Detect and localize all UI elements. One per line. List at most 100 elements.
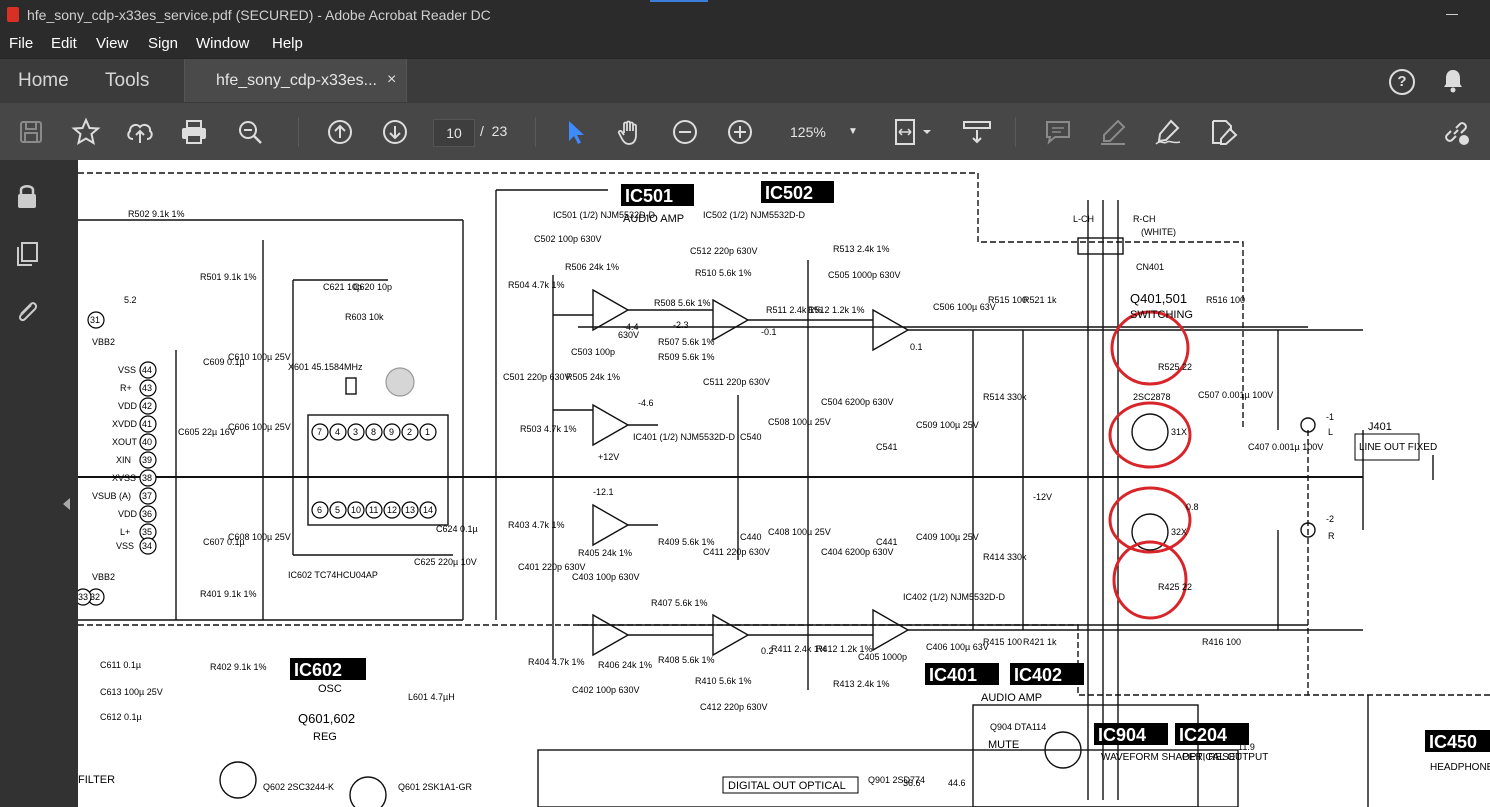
page-up-icon[interactable] xyxy=(325,117,355,147)
ic401-label: IC401 xyxy=(929,665,977,685)
svg-text:37: 37 xyxy=(142,491,152,501)
svg-text:R413 2.4k 1%: R413 2.4k 1% xyxy=(833,679,890,689)
svg-text:R513 2.4k 1%: R513 2.4k 1% xyxy=(833,244,890,254)
menu-window[interactable]: Window xyxy=(196,35,249,52)
tab-document[interactable]: hfe_sony_cdp-x33es... × xyxy=(184,59,407,103)
collapse-arrow-icon xyxy=(63,498,70,510)
digital-out-optical-label: DIGITAL OUT OPTICAL xyxy=(728,780,846,792)
scroll-mode-icon[interactable] xyxy=(962,117,992,147)
menu-bar: File Edit View Sign Window Help xyxy=(0,30,1490,58)
svg-text:X601 45.1584MHz: X601 45.1584MHz xyxy=(288,362,363,372)
sign-icon[interactable] xyxy=(1153,117,1183,147)
svg-text:R509 5.6k 1%: R509 5.6k 1% xyxy=(658,352,715,362)
svg-text:C541: C541 xyxy=(876,442,898,452)
title-bar: hfe_sony_cdp-x33es_service.pdf (SECURED)… xyxy=(0,0,1490,30)
svg-text:XVDD: XVDD xyxy=(112,419,138,429)
zoom-out-icon[interactable] xyxy=(670,117,700,147)
hand-icon[interactable] xyxy=(615,117,645,147)
svg-text:VSS: VSS xyxy=(118,365,136,375)
menu-edit[interactable]: Edit xyxy=(51,35,77,52)
svg-text:R506 24k 1%: R506 24k 1% xyxy=(565,262,619,272)
svg-text:C608 100µ 25V: C608 100µ 25V xyxy=(228,532,291,542)
svg-text:-4.6: -4.6 xyxy=(638,398,654,408)
svg-text:31: 31 xyxy=(90,315,100,325)
svg-text:C509 100µ 25V: C509 100µ 25V xyxy=(916,420,979,430)
bell-icon[interactable] xyxy=(1442,68,1464,94)
panel-collapse-handle[interactable] xyxy=(55,160,78,807)
lock-icon[interactable] xyxy=(13,182,41,210)
headphone-amp-label: HEADPHONE AMP xyxy=(1430,762,1490,773)
share-link-icon[interactable] xyxy=(1441,117,1471,147)
zoom-dropdown[interactable]: 125% ▼ xyxy=(780,119,864,145)
help-icon[interactable]: ? xyxy=(1389,69,1415,95)
osc-label: OSC xyxy=(318,683,342,695)
svg-text:3: 3 xyxy=(353,427,358,437)
comment-icon[interactable] xyxy=(1043,117,1073,147)
document-view[interactable]: IC501 IC502 IC602 IC401 IC402 IC904 IC20… xyxy=(78,160,1490,807)
svg-text:R501 9.1k 1%: R501 9.1k 1% xyxy=(200,272,257,282)
filter-label: FILTER xyxy=(78,774,115,786)
menu-file[interactable]: File xyxy=(9,35,33,52)
highlight-icon[interactable] xyxy=(1098,117,1128,147)
fit-page-icon[interactable] xyxy=(890,117,935,147)
svg-text:C408 100µ 25V: C408 100µ 25V xyxy=(768,527,831,537)
svg-text:-12.1: -12.1 xyxy=(593,487,614,497)
svg-text:39: 39 xyxy=(142,455,152,465)
svg-text:XOUT: XOUT xyxy=(112,437,138,447)
svg-text:33: 33 xyxy=(78,592,88,602)
svg-text:IC401 (1/2) NJM5532D-D: IC401 (1/2) NJM5532D-D xyxy=(633,432,736,442)
svg-text:C411 220p 630V: C411 220p 630V xyxy=(703,547,770,557)
svg-text:C503 100p: C503 100p xyxy=(571,347,615,357)
titlebar-accent xyxy=(650,0,708,2)
zoom-search-icon[interactable] xyxy=(235,117,265,147)
menu-help[interactable]: Help xyxy=(272,35,303,52)
select-cursor-icon[interactable] xyxy=(561,117,591,147)
svg-text:VSS: VSS xyxy=(116,541,134,551)
svg-text:2: 2 xyxy=(407,427,412,437)
pages-icon[interactable] xyxy=(13,240,41,268)
svg-text:14: 14 xyxy=(423,505,433,515)
svg-text:11: 11 xyxy=(369,505,378,515)
ic501-label: IC501 xyxy=(625,186,673,206)
svg-text:0.1: 0.1 xyxy=(910,342,923,352)
svg-text:C404 6200p 630V: C404 6200p 630V xyxy=(821,547,894,557)
svg-text:VDD: VDD xyxy=(118,401,138,411)
svg-text:L: L xyxy=(1328,427,1333,437)
attachment-icon[interactable] xyxy=(13,298,41,326)
close-tab-icon[interactable]: × xyxy=(387,71,396,89)
svg-text:31X: 31X xyxy=(1171,427,1187,437)
page-total: / 23 xyxy=(480,123,507,139)
menu-sign[interactable]: Sign xyxy=(148,35,178,52)
svg-text:-4.4: -4.4 xyxy=(623,322,639,332)
svg-text:R525 22: R525 22 xyxy=(1158,362,1192,372)
menu-view[interactable]: View xyxy=(96,35,128,52)
svg-text:34: 34 xyxy=(142,541,152,551)
svg-text:VBB2: VBB2 xyxy=(92,337,115,347)
save-icon[interactable] xyxy=(16,117,46,147)
svg-text:C611 0.1µ: C611 0.1µ xyxy=(100,660,141,670)
bookmark-star-icon[interactable] xyxy=(71,117,101,147)
fill-sign-icon[interactable] xyxy=(1208,117,1238,147)
j401-label: J401 xyxy=(1368,421,1392,433)
svg-text:R+: R+ xyxy=(120,383,132,393)
svg-text:36.6: 36.6 xyxy=(903,778,921,788)
q401-501-label: Q401,501 xyxy=(1130,291,1187,306)
page-number-input[interactable]: 10 xyxy=(433,119,475,147)
toolbar-separator xyxy=(1015,117,1016,147)
minimize-icon[interactable] xyxy=(1446,14,1458,15)
print-icon[interactable] xyxy=(179,117,209,147)
tab-tools[interactable]: Tools xyxy=(105,70,149,92)
svg-text:1: 1 xyxy=(425,427,430,437)
svg-text:40: 40 xyxy=(142,437,152,447)
tab-home[interactable]: Home xyxy=(18,70,69,92)
svg-text:2SC2878: 2SC2878 xyxy=(1133,392,1171,402)
cn401-label: CN401 xyxy=(1136,262,1164,272)
svg-text:11.9: 11.9 xyxy=(1238,742,1255,752)
svg-text:C501 220p 630V: C501 220p 630V xyxy=(503,372,571,382)
upload-icon[interactable] xyxy=(125,117,155,147)
page-down-icon[interactable] xyxy=(380,117,410,147)
svg-text:C502 100p 630V: C502 100p 630V xyxy=(534,234,602,244)
zoom-in-icon[interactable] xyxy=(725,117,755,147)
svg-text:C506 100µ 63V: C506 100µ 63V xyxy=(933,302,996,312)
mute-label: MUTE xyxy=(988,739,1019,751)
